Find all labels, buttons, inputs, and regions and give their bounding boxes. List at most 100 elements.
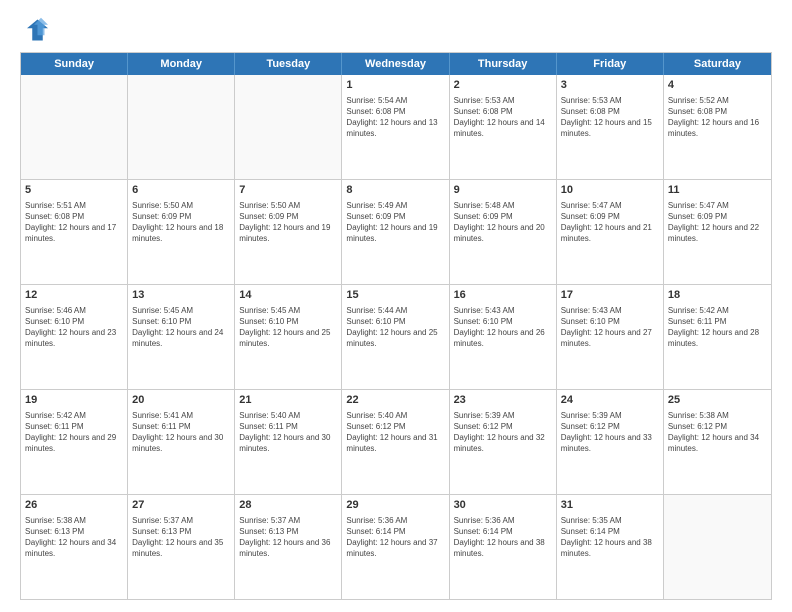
cell-info: Sunrise: 5:36 AM Sunset: 6:14 PM Dayligh… xyxy=(346,515,444,560)
day-number: 23 xyxy=(454,393,552,408)
day-number: 5 xyxy=(25,183,123,198)
cell-info: Sunrise: 5:38 AM Sunset: 6:12 PM Dayligh… xyxy=(668,410,767,455)
cell-info: Sunrise: 5:42 AM Sunset: 6:11 PM Dayligh… xyxy=(25,410,123,455)
calendar-cell: 1 Sunrise: 5:54 AM Sunset: 6:08 PM Daylig… xyxy=(342,75,449,179)
day-number: 15 xyxy=(346,288,444,303)
cell-info: Sunrise: 5:43 AM Sunset: 6:10 PM Dayligh… xyxy=(454,305,552,350)
day-number: 29 xyxy=(346,498,444,513)
cell-info: Sunrise: 5:37 AM Sunset: 6:13 PM Dayligh… xyxy=(239,515,337,560)
cell-info: Sunrise: 5:48 AM Sunset: 6:09 PM Dayligh… xyxy=(454,200,552,245)
weekday-header: Monday xyxy=(128,53,235,75)
calendar-cell: 12Sunrise: 5:46 AM Sunset: 6:10 PM Dayli… xyxy=(21,285,128,389)
page: SundayMondayTuesdayWednesdayThursdayFrid… xyxy=(0,0,792,612)
calendar-row: 26Sunrise: 5:38 AM Sunset: 6:13 PM Dayli… xyxy=(21,494,771,599)
calendar-cell: 26Sunrise: 5:38 AM Sunset: 6:13 PM Dayli… xyxy=(21,495,128,599)
cell-info: Sunrise: 5:40 AM Sunset: 6:12 PM Dayligh… xyxy=(346,410,444,455)
calendar-cell: 27 Sunrise: 5:37 AM Sunset: 6:13 PM Dayli… xyxy=(128,495,235,599)
day-number: 7 xyxy=(239,183,337,198)
calendar-cell: 22 Sunrise: 5:40 AM Sunset: 6:12 PM Dayli… xyxy=(342,390,449,494)
weekday-header: Friday xyxy=(557,53,664,75)
cell-info: Sunrise: 5:45 AM Sunset: 6:10 PM Dayligh… xyxy=(132,305,230,350)
calendar-cell xyxy=(21,75,128,179)
calendar-cell: 14 Sunrise: 5:45 AM Sunset: 6:10 PM Dayli… xyxy=(235,285,342,389)
calendar-cell: 15 Sunrise: 5:44 AM Sunset: 6:10 PM Dayli… xyxy=(342,285,449,389)
day-number: 9 xyxy=(454,183,552,198)
calendar-row: 1 Sunrise: 5:54 AM Sunset: 6:08 PM Daylig… xyxy=(21,75,771,179)
day-number: 26 xyxy=(25,498,123,513)
calendar-row: 12Sunrise: 5:46 AM Sunset: 6:10 PM Dayli… xyxy=(21,284,771,389)
cell-info: Sunrise: 5:49 AM Sunset: 6:09 PM Dayligh… xyxy=(346,200,444,245)
calendar-cell: 7 Sunrise: 5:50 AM Sunset: 6:09 PM Daylig… xyxy=(235,180,342,284)
cell-info: Sunrise: 5:53 AM Sunset: 6:08 PM Dayligh… xyxy=(561,95,659,140)
calendar-row: 19 Sunrise: 5:42 AM Sunset: 6:11 PM Dayli… xyxy=(21,389,771,494)
day-number: 17 xyxy=(561,288,659,303)
logo-icon xyxy=(20,16,48,44)
day-number: 2 xyxy=(454,78,552,93)
cell-info: Sunrise: 5:39 AM Sunset: 6:12 PM Dayligh… xyxy=(454,410,552,455)
calendar-cell: 2Sunrise: 5:53 AM Sunset: 6:08 PM Daylig… xyxy=(450,75,557,179)
cell-info: Sunrise: 5:50 AM Sunset: 6:09 PM Dayligh… xyxy=(239,200,337,245)
cell-info: Sunrise: 5:39 AM Sunset: 6:12 PM Dayligh… xyxy=(561,410,659,455)
logo xyxy=(20,16,52,44)
calendar-cell: 25 Sunrise: 5:38 AM Sunset: 6:12 PM Dayli… xyxy=(664,390,771,494)
cell-info: Sunrise: 5:51 AM Sunset: 6:08 PM Dayligh… xyxy=(25,200,123,245)
calendar-cell xyxy=(235,75,342,179)
cell-info: Sunrise: 5:40 AM Sunset: 6:11 PM Dayligh… xyxy=(239,410,337,455)
calendar-cell: 18Sunrise: 5:42 AM Sunset: 6:11 PM Dayli… xyxy=(664,285,771,389)
cell-info: Sunrise: 5:54 AM Sunset: 6:08 PM Dayligh… xyxy=(346,95,444,140)
weekday-header: Thursday xyxy=(450,53,557,75)
cell-info: Sunrise: 5:44 AM Sunset: 6:10 PM Dayligh… xyxy=(346,305,444,350)
weekday-header: Saturday xyxy=(664,53,771,75)
day-number: 16 xyxy=(454,288,552,303)
calendar-cell: 6Sunrise: 5:50 AM Sunset: 6:09 PM Daylig… xyxy=(128,180,235,284)
calendar-body: 1 Sunrise: 5:54 AM Sunset: 6:08 PM Daylig… xyxy=(21,75,771,599)
day-number: 25 xyxy=(668,393,767,408)
calendar-row: 5 Sunrise: 5:51 AM Sunset: 6:08 PM Daylig… xyxy=(21,179,771,284)
cell-info: Sunrise: 5:35 AM Sunset: 6:14 PM Dayligh… xyxy=(561,515,659,560)
day-number: 21 xyxy=(239,393,337,408)
calendar-cell: 13 Sunrise: 5:45 AM Sunset: 6:10 PM Dayli… xyxy=(128,285,235,389)
day-number: 6 xyxy=(132,183,230,198)
day-number: 13 xyxy=(132,288,230,303)
calendar-cell: 4 Sunrise: 5:52 AM Sunset: 6:08 PM Daylig… xyxy=(664,75,771,179)
calendar-cell: 8 Sunrise: 5:49 AM Sunset: 6:09 PM Daylig… xyxy=(342,180,449,284)
weekday-header: Sunday xyxy=(21,53,128,75)
day-number: 11 xyxy=(668,183,767,198)
calendar-cell: 17 Sunrise: 5:43 AM Sunset: 6:10 PM Dayli… xyxy=(557,285,664,389)
cell-info: Sunrise: 5:45 AM Sunset: 6:10 PM Dayligh… xyxy=(239,305,337,350)
day-number: 22 xyxy=(346,393,444,408)
cell-info: Sunrise: 5:46 AM Sunset: 6:10 PM Dayligh… xyxy=(25,305,123,350)
header xyxy=(20,16,772,44)
calendar-cell: 16 Sunrise: 5:43 AM Sunset: 6:10 PM Dayli… xyxy=(450,285,557,389)
calendar-cell: 9 Sunrise: 5:48 AM Sunset: 6:09 PM Daylig… xyxy=(450,180,557,284)
weekday-header: Wednesday xyxy=(342,53,449,75)
cell-info: Sunrise: 5:36 AM Sunset: 6:14 PM Dayligh… xyxy=(454,515,552,560)
day-number: 4 xyxy=(668,78,767,93)
cell-info: Sunrise: 5:47 AM Sunset: 6:09 PM Dayligh… xyxy=(561,200,659,245)
cell-info: Sunrise: 5:37 AM Sunset: 6:13 PM Dayligh… xyxy=(132,515,230,560)
day-number: 30 xyxy=(454,498,552,513)
calendar-cell: 5 Sunrise: 5:51 AM Sunset: 6:08 PM Daylig… xyxy=(21,180,128,284)
cell-info: Sunrise: 5:47 AM Sunset: 6:09 PM Dayligh… xyxy=(668,200,767,245)
calendar-cell: 29 Sunrise: 5:36 AM Sunset: 6:14 PM Dayli… xyxy=(342,495,449,599)
day-number: 24 xyxy=(561,393,659,408)
day-number: 10 xyxy=(561,183,659,198)
calendar-cell: 31 Sunrise: 5:35 AM Sunset: 6:14 PM Dayli… xyxy=(557,495,664,599)
day-number: 31 xyxy=(561,498,659,513)
cell-info: Sunrise: 5:43 AM Sunset: 6:10 PM Dayligh… xyxy=(561,305,659,350)
day-number: 14 xyxy=(239,288,337,303)
day-number: 19 xyxy=(25,393,123,408)
calendar-cell: 30 Sunrise: 5:36 AM Sunset: 6:14 PM Dayli… xyxy=(450,495,557,599)
day-number: 18 xyxy=(668,288,767,303)
day-number: 27 xyxy=(132,498,230,513)
calendar-cell xyxy=(664,495,771,599)
calendar-cell: 19 Sunrise: 5:42 AM Sunset: 6:11 PM Dayli… xyxy=(21,390,128,494)
cell-info: Sunrise: 5:52 AM Sunset: 6:08 PM Dayligh… xyxy=(668,95,767,140)
day-number: 1 xyxy=(346,78,444,93)
calendar-cell: 24 Sunrise: 5:39 AM Sunset: 6:12 PM Dayli… xyxy=(557,390,664,494)
calendar-cell: 23 Sunrise: 5:39 AM Sunset: 6:12 PM Dayli… xyxy=(450,390,557,494)
calendar-cell: 28Sunrise: 5:37 AM Sunset: 6:13 PM Dayli… xyxy=(235,495,342,599)
calendar-cell: 21 Sunrise: 5:40 AM Sunset: 6:11 PM Dayli… xyxy=(235,390,342,494)
day-number: 8 xyxy=(346,183,444,198)
calendar-cell xyxy=(128,75,235,179)
